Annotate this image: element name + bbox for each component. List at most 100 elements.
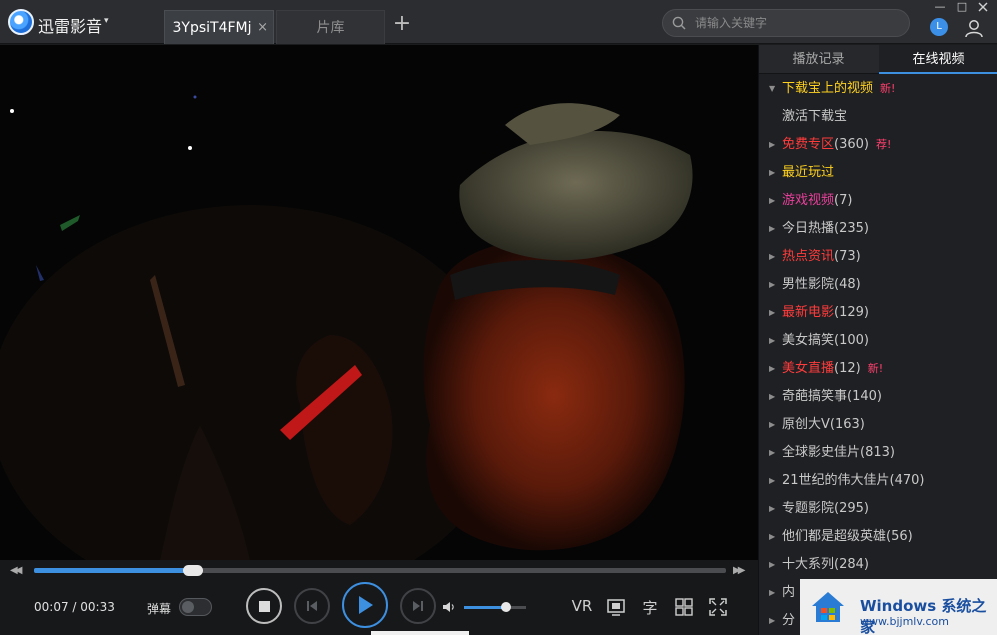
collapsed-arrow-icon[interactable]: ▶ bbox=[769, 551, 775, 579]
category-item[interactable]: ▶ 美女搞笑(100) bbox=[759, 327, 997, 355]
stop-button[interactable] bbox=[246, 588, 282, 624]
category-item[interactable]: ▼ 下载宝上的视频 新! bbox=[759, 75, 997, 103]
category-item[interactable]: ▶ 游戏视频(7) bbox=[759, 187, 997, 215]
collapsed-arrow-icon[interactable]: ▶ bbox=[769, 411, 775, 439]
app-name[interactable]: 迅雷影音 bbox=[38, 13, 102, 37]
category-item[interactable]: ▶ 热点资讯(73) bbox=[759, 243, 997, 271]
progress-handle[interactable] bbox=[183, 565, 204, 576]
rewind-icon[interactable]: ◀◀ bbox=[10, 565, 23, 576]
xunlei-logo-icon[interactable] bbox=[8, 9, 34, 35]
category-label: 他们都是超级英雄 bbox=[782, 529, 887, 544]
category-count: (284) bbox=[834, 557, 869, 572]
category-label: 内 bbox=[782, 585, 796, 600]
category-item[interactable]: ▶ 免费专区(360) 荐! bbox=[759, 131, 997, 159]
collapsed-arrow-icon[interactable]: ▶ bbox=[769, 579, 775, 607]
collapsed-arrow-icon[interactable]: ▶ bbox=[769, 299, 775, 327]
subtitle-button[interactable]: 字 bbox=[641, 597, 659, 617]
collapsed-arrow-icon[interactable]: ▶ bbox=[769, 607, 775, 635]
minimize-button[interactable]: — bbox=[932, 0, 948, 14]
category-item[interactable]: ▶ 全球影史佳片(813) bbox=[759, 439, 997, 467]
collapsed-arrow-icon[interactable]: ▶ bbox=[769, 159, 775, 187]
collapsed-arrow-icon[interactable]: ▶ bbox=[769, 355, 775, 383]
vr-button[interactable]: VR bbox=[570, 597, 594, 617]
category-count: (56) bbox=[886, 529, 913, 544]
category-item[interactable]: ▶ 最近玩过 bbox=[759, 159, 997, 187]
volume-slider[interactable] bbox=[464, 602, 526, 612]
tab-close-icon[interactable]: × bbox=[257, 11, 268, 45]
category-item[interactable]: ▶ 专题影院(295) bbox=[759, 495, 997, 523]
category-item[interactable]: ▶ 21世纪的伟大佳片(470) bbox=[759, 467, 997, 495]
category-label: 分 bbox=[782, 613, 796, 628]
category-count: (295) bbox=[834, 501, 869, 516]
category-item[interactable]: ▶ 男性影院(48) bbox=[759, 271, 997, 299]
category-label: 下载宝上的视频 bbox=[782, 81, 874, 96]
collapsed-arrow-icon[interactable]: ▶ bbox=[769, 467, 775, 495]
collapsed-arrow-icon[interactable]: ▶ bbox=[769, 131, 775, 159]
category-item[interactable]: ▶ 十大系列(284) bbox=[759, 551, 997, 579]
maximize-button[interactable]: □ bbox=[954, 0, 970, 14]
user-icon[interactable] bbox=[964, 18, 984, 38]
danmu-toggle[interactable] bbox=[179, 598, 212, 616]
collapsed-arrow-icon[interactable]: ▶ bbox=[769, 215, 775, 243]
progress-bar[interactable] bbox=[34, 565, 726, 576]
volume-handle[interactable] bbox=[501, 602, 512, 612]
screen-icon[interactable] bbox=[607, 597, 625, 617]
windows-logo-icon bbox=[812, 592, 844, 622]
app-menu-caret-icon[interactable]: ▾ bbox=[104, 16, 109, 26]
category-item[interactable]: 激活下载宝 bbox=[759, 103, 997, 131]
previous-icon bbox=[307, 601, 317, 611]
next-button[interactable] bbox=[400, 588, 436, 624]
fast-forward-icon[interactable]: ▶▶ bbox=[733, 565, 746, 576]
category-label: 专题影院 bbox=[782, 501, 835, 516]
clock-icon[interactable]: L bbox=[930, 18, 948, 36]
tab-video-label: 3YpsiT4FMj bbox=[172, 20, 252, 36]
volume-icon[interactable] bbox=[442, 600, 456, 614]
category-count: (73) bbox=[834, 249, 861, 264]
category-label: 男性影院 bbox=[782, 277, 835, 292]
collapsed-arrow-icon[interactable]: ▶ bbox=[769, 383, 775, 411]
play-button[interactable] bbox=[342, 582, 388, 628]
category-item[interactable]: ▶ 奇葩搞笑事(140) bbox=[759, 383, 997, 411]
category-label: 奇葩搞笑事 bbox=[782, 389, 848, 404]
fullscreen-icon[interactable] bbox=[709, 597, 727, 617]
category-count: (7) bbox=[834, 193, 853, 208]
category-count: (163) bbox=[829, 417, 865, 432]
close-window-icon[interactable] bbox=[977, 1, 989, 13]
collapsed-arrow-icon[interactable]: ▶ bbox=[769, 327, 775, 355]
danmu-label: 弹幕 bbox=[147, 602, 172, 616]
tab-video[interactable]: 3YpsiT4FMj × bbox=[164, 10, 274, 44]
category-item[interactable]: ▶ 今日热播(235) bbox=[759, 215, 997, 243]
grid-icon[interactable] bbox=[675, 597, 693, 617]
time-display: 00:07 / 00:33 bbox=[34, 600, 115, 614]
category-label: 今日热播 bbox=[782, 221, 835, 236]
tab-library-label: 片库 bbox=[316, 20, 345, 36]
search-input[interactable] bbox=[695, 14, 895, 32]
category-badge: 新! bbox=[880, 82, 896, 95]
collapsed-arrow-icon[interactable]: ▶ bbox=[769, 523, 775, 551]
tab-library[interactable]: 片库 bbox=[276, 10, 385, 44]
collapsed-arrow-icon[interactable]: ▶ bbox=[769, 495, 775, 523]
collapsed-arrow-icon[interactable]: ▶ bbox=[769, 271, 775, 299]
expanded-arrow-icon[interactable]: ▼ bbox=[769, 75, 775, 103]
category-label: 美女搞笑 bbox=[782, 333, 835, 348]
category-count: (129) bbox=[834, 305, 869, 320]
tab-play-history[interactable]: 播放记录 bbox=[759, 45, 878, 74]
new-tab-button[interactable]: + bbox=[391, 11, 413, 37]
category-item[interactable]: ▶ 他们都是超级英雄(56) bbox=[759, 523, 997, 551]
collapsed-arrow-icon[interactable]: ▶ bbox=[769, 243, 775, 271]
previous-button[interactable] bbox=[294, 588, 330, 624]
watermark: Windows 系统之家 www.bjjmlv.com bbox=[800, 579, 997, 635]
play-tooltip bbox=[371, 631, 469, 635]
tab-online-video[interactable]: 在线视频 bbox=[879, 45, 997, 74]
category-item[interactable]: ▶ 原创大V(163) bbox=[759, 411, 997, 439]
volume-fill bbox=[464, 606, 507, 609]
collapsed-arrow-icon[interactable]: ▶ bbox=[769, 187, 775, 215]
search-box[interactable] bbox=[662, 9, 910, 37]
category-count: (470) bbox=[889, 473, 925, 488]
collapsed-arrow-icon[interactable]: ▶ bbox=[769, 439, 775, 467]
category-item[interactable]: ▶ 最新电影(129) bbox=[759, 299, 997, 327]
category-label: 最近玩过 bbox=[782, 165, 835, 180]
category-item[interactable]: ▶ 美女直播(12) 新! bbox=[759, 355, 997, 383]
panel-tabs: 播放记录 在线视频 bbox=[759, 45, 997, 74]
video-frame[interactable] bbox=[0, 45, 758, 560]
